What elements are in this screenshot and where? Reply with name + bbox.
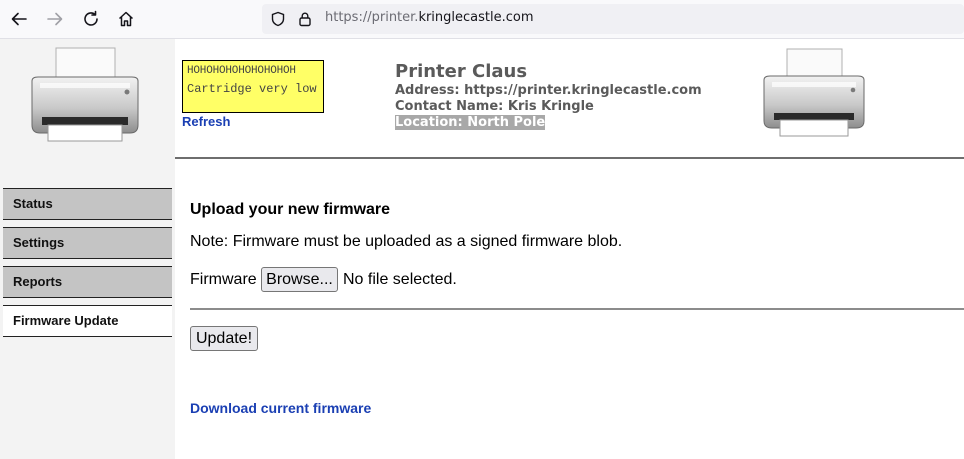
url-bar[interactable]: https://printer.kringlecastle.com bbox=[262, 4, 964, 34]
forward-icon[interactable] bbox=[43, 7, 67, 31]
download-firmware-link[interactable]: Download current firmware bbox=[190, 400, 371, 416]
page-title: Printer Claus bbox=[395, 61, 528, 82]
lock-icon[interactable] bbox=[296, 10, 314, 28]
update-button[interactable]: Update! bbox=[190, 326, 258, 351]
sidebar-item-label: Status bbox=[13, 196, 53, 211]
sidebar-item-label: Settings bbox=[13, 235, 65, 250]
refresh-link[interactable]: Refresh bbox=[182, 114, 230, 129]
reload-icon[interactable] bbox=[79, 7, 103, 31]
back-icon[interactable] bbox=[7, 7, 31, 31]
url-text[interactable]: https://printer.kringlecastle.com bbox=[325, 10, 534, 25]
printer-logo-icon bbox=[26, 47, 144, 148]
page-content: Status Settings Reports Firmware Update … bbox=[0, 39, 964, 459]
status-message: Cartridge very low bbox=[187, 82, 317, 96]
shield-icon[interactable] bbox=[269, 10, 287, 28]
sidebar: Status Settings Reports Firmware Update bbox=[0, 39, 175, 459]
sidebar-item-reports[interactable]: Reports bbox=[3, 266, 172, 298]
file-status: No file selected. bbox=[343, 271, 457, 288]
form-divider bbox=[190, 308, 964, 310]
header-divider bbox=[175, 157, 964, 159]
printer-info: Printer Claus Address: https://printer.k… bbox=[395, 61, 702, 131]
status-box: HOHOHOHOHOHOHOHOH Cartridge very low bbox=[182, 60, 324, 113]
status-line: HOHOHOHOHOHOHOHOH bbox=[187, 65, 296, 77]
firmware-note: Note: Firmware must be uploaded as a sig… bbox=[190, 233, 623, 250]
printer-address: Address: https://printer.kringlecastle.c… bbox=[395, 83, 702, 98]
sidebar-item-settings[interactable]: Settings bbox=[3, 227, 172, 259]
printer-contact: Contact Name: Kris Kringle bbox=[395, 99, 594, 114]
sidebar-item-label: Reports bbox=[13, 274, 63, 289]
sidebar-item-firmware-update[interactable]: Firmware Update bbox=[3, 305, 172, 337]
printer-location: Location: North Pole bbox=[395, 115, 546, 130]
home-icon[interactable] bbox=[114, 7, 138, 31]
browser-toolbar: https://printer.kringlecastle.com bbox=[0, 0, 964, 39]
sidebar-item-status[interactable]: Status bbox=[3, 188, 172, 220]
firmware-label: Firmware bbox=[190, 271, 257, 288]
printer-icon bbox=[759, 48, 869, 143]
sidebar-item-label: Firmware Update bbox=[13, 313, 119, 328]
browse-button[interactable]: Browse... bbox=[261, 267, 338, 292]
upload-heading: Upload your new firmware bbox=[190, 201, 391, 218]
